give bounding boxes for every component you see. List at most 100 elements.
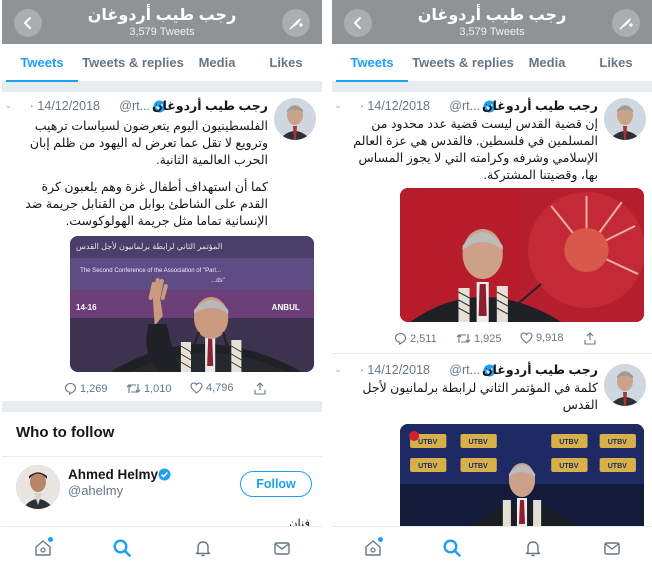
nav-search[interactable] [442, 538, 462, 558]
notifications-bell-icon [195, 541, 211, 557]
tweet-handle: @rt... [449, 99, 480, 113]
tab-media[interactable]: Media [184, 44, 250, 81]
tweet-line: الحرب العالمية الثانية. [156, 153, 268, 167]
tab-media[interactable]: Media [514, 44, 580, 81]
tweet[interactable]: ⌄ · 14/12/2018 @rt... رجب طيب أردوغان ال… [2, 92, 322, 402]
compose-tweet-button[interactable] [612, 9, 640, 37]
reply-action[interactable]: 1,269 [64, 382, 108, 395]
tweet-photo[interactable]: المؤتمر الثاني لرابطة برلمانيون لأجل الق… [70, 236, 314, 372]
tweet-count: 3,579 Tweets [459, 26, 525, 38]
reply-icon [64, 382, 77, 395]
retweet-action[interactable]: 1,925 [456, 332, 502, 345]
profile-header: رجب طيب أردوغان 3,579 Tweets [332, 0, 652, 44]
like-count: 4,796 [206, 382, 234, 394]
tweet-text: إن قضية القدس ليست قضية عدد محدود من الم… [338, 116, 598, 184]
messages-envelope-icon [604, 542, 620, 555]
compose-tweet-button[interactable] [282, 9, 310, 37]
who-to-follow-module: Who to follow Ahmed Helmy @ahelmy Follow… [2, 412, 322, 530]
nav-home[interactable] [33, 537, 53, 558]
tweet-line: الفلسطينيون اليوم يتعرضون لسياسات ترهيب [34, 119, 268, 133]
reply-count: 1,269 [80, 382, 108, 395]
tweet-photo[interactable]: UTBV UTBV UTBV UTBV UTBV UTBV UTBV UTBV [400, 424, 644, 526]
profile-name-title: رجب طيب أردوغان [417, 7, 567, 24]
follow-suggestion[interactable]: Ahmed Helmy @ahelmy Follow [2, 456, 322, 516]
tweet-actions: 1,269 1,010 4,796 [64, 382, 314, 398]
like-action[interactable]: 4,796 [190, 382, 234, 394]
chevron-down-icon[interactable]: ⌄ [334, 362, 342, 378]
banner-english-text: The Second Conference of the Association… [80, 268, 221, 274]
tab-likes[interactable]: Likes [580, 44, 652, 81]
tweet-author-name[interactable]: رجب طيب أردوغان [482, 98, 598, 114]
section-gap [332, 82, 652, 92]
tweet-count: 3,579 Tweets [129, 26, 195, 38]
tweet[interactable]: ⌄ · 14/12/2018 @rt... رجب طيب أردوغان إن… [332, 92, 652, 354]
share-action[interactable] [254, 382, 266, 395]
nav-notifications[interactable] [193, 538, 213, 558]
reply-count: 2,511 [410, 332, 437, 345]
tweet-line: كما أن استهداف أطفال غزة وهم يلعبون كرة [41, 180, 268, 194]
compose-feather-icon [289, 18, 303, 30]
retweet-icon [126, 384, 141, 393]
tweet-photo[interactable] [400, 188, 644, 322]
tab-tweets-replies[interactable]: Tweets & replies [82, 44, 184, 81]
chevron-down-icon[interactable]: ⌄ [334, 98, 342, 114]
nav-home[interactable] [363, 537, 383, 558]
tab-tweets[interactable]: Tweets [2, 44, 82, 82]
unread-dot [48, 537, 53, 542]
tweet-date: · 14/12/2018 [359, 363, 430, 377]
tweet-line: المسلمين في فلسطين. فالقدس هي عزة العالم [353, 134, 598, 148]
share-icon [584, 332, 596, 345]
reply-action[interactable]: 2,511 [394, 332, 437, 345]
tweet-line: الإنسانية تماما مثل جريمة الهولوكوست. [65, 214, 268, 228]
bottom-navigation [2, 526, 322, 568]
nav-messages[interactable] [602, 538, 622, 558]
retweet-action[interactable]: 1,010 [126, 382, 172, 395]
messages-envelope-icon [274, 542, 290, 555]
like-heart-icon [190, 382, 203, 394]
nav-search[interactable] [112, 538, 132, 558]
tweet[interactable]: ⌄ · 14/12/2018 @rt... رجب طيب أردوغان كل… [332, 354, 652, 526]
right-profile-screen: رجب طيب أردوغان 3,579 Tweets Tweets Twee… [332, 0, 652, 568]
unread-dot [378, 537, 383, 542]
tab-tweets[interactable]: Tweets [332, 44, 412, 82]
nav-messages[interactable] [272, 538, 292, 558]
nav-notifications[interactable] [523, 538, 543, 558]
tab-tweets-replies[interactable]: Tweets & replies [412, 44, 514, 81]
tweet-line: القدس [562, 398, 598, 412]
tweet-line: الإسلامي وشرفه وكرامته التي لا يجوز المس… [358, 151, 598, 165]
avatar[interactable] [604, 98, 646, 140]
avatar[interactable] [604, 364, 646, 406]
who-to-follow-title: Who to follow [16, 424, 115, 441]
banner-date-text: 14-16 [76, 303, 97, 312]
suggestion-name[interactable]: Ahmed Helmy [68, 467, 158, 482]
retweet-count: 1,010 [144, 382, 172, 395]
conference-stage-photo: UTBV UTBV UTBV UTBV UTBV UTBV UTBV UTBV [400, 424, 644, 526]
avatar[interactable] [16, 465, 60, 509]
avatar[interactable] [274, 98, 316, 140]
profile-name-title: رجب طيب أردوغان [87, 7, 237, 24]
tab-likes[interactable]: Likes [250, 44, 322, 81]
reply-icon [394, 332, 407, 345]
tweet-header: ⌄ · 14/12/2018 @rt... رجب طيب أردوغان [2, 98, 268, 114]
tweet-header: ⌄ · 14/12/2018 @rt... رجب طيب أردوغان [332, 362, 598, 378]
follow-button[interactable]: Follow [240, 471, 312, 497]
utbv-logo-text: UTBV [559, 439, 578, 446]
tweet-author-name[interactable]: رجب طيب أردوغان [482, 362, 598, 378]
tweet-date: · 14/12/2018 [29, 99, 100, 113]
compose-feather-icon [619, 18, 633, 30]
verified-badge-icon [158, 468, 171, 481]
portrait-photo [400, 188, 644, 322]
tweet-line: بها، وقضيتنا المشتركة. [483, 168, 598, 182]
banner-city-text: ANBUL [272, 303, 300, 312]
tweet-author-name[interactable]: رجب طيب أردوغان [152, 98, 268, 114]
chevron-down-icon[interactable]: ⌄ [4, 98, 12, 114]
tweet-line: كلمة في المؤتمر الثاني لرابطة برلمانيون … [362, 381, 598, 395]
tweet-line: القدم على الشاطئ بوابل من القنابل جريمة … [25, 197, 268, 211]
banner-english-text-2: ...ds" [211, 278, 225, 284]
share-action[interactable] [584, 332, 596, 345]
utbv-logo-text: UTBV [418, 463, 437, 470]
tweet-actions: 2,511 1,925 9,918 [394, 332, 644, 348]
like-action[interactable]: 9,918 [520, 332, 564, 344]
section-gap [2, 402, 322, 412]
banner-arabic-text: المؤتمر الثاني لرابطة برلمانيون لأجل الق… [76, 241, 222, 251]
